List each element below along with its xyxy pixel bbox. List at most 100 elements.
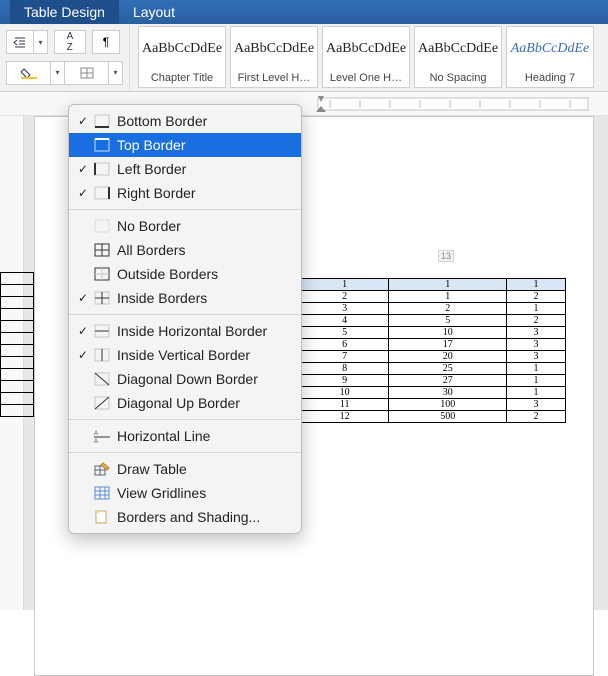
shading-button[interactable] xyxy=(6,61,51,85)
table-cell[interactable]: 3 xyxy=(301,303,389,315)
style-heading-7[interactable]: AaBbCcDdEe Heading 7 xyxy=(506,26,594,88)
table-cell[interactable]: 2 xyxy=(301,291,389,303)
style-first-level-h[interactable]: AaBbCcDdEe First Level H… xyxy=(230,26,318,88)
table-cell[interactable]: 2 xyxy=(507,411,566,423)
right-border-icon xyxy=(93,185,111,201)
table-row[interactable]: 8251 xyxy=(301,363,566,375)
table-cell[interactable]: 2 xyxy=(389,303,507,315)
table-cell[interactable]: 2 xyxy=(507,315,566,327)
table-cell[interactable]: 3 xyxy=(507,339,566,351)
table-row[interactable]: 125002 xyxy=(301,411,566,423)
table-row[interactable]: 212 xyxy=(301,291,566,303)
menu-inside-borders[interactable]: ✓ Inside Borders xyxy=(69,286,301,310)
style-no-spacing[interactable]: AaBbCcDdEe No Spacing xyxy=(414,26,502,88)
menu-label: Left Border xyxy=(117,161,186,177)
sort-button[interactable]: AZ xyxy=(54,30,86,54)
svg-text:A: A xyxy=(94,431,98,437)
menu-all-borders[interactable]: All Borders xyxy=(69,238,301,262)
menu-bottom-border[interactable]: ✓ Bottom Border xyxy=(69,109,301,133)
tab-table-design[interactable]: Table Design xyxy=(10,0,119,24)
table-cell[interactable]: 1 xyxy=(301,279,389,291)
borders-button[interactable] xyxy=(65,61,109,85)
table-cell[interactable]: 10 xyxy=(389,327,507,339)
indent-decrease-button[interactable] xyxy=(6,30,34,54)
table-row[interactable]: 9271 xyxy=(301,375,566,387)
borders-dropdown-menu: ✓ Bottom Border Top Border ✓ Left Border… xyxy=(68,104,302,534)
menu-outside-borders[interactable]: Outside Borders xyxy=(69,262,301,286)
table-cell[interactable]: 30 xyxy=(389,387,507,399)
table-cell[interactable]: 3 xyxy=(507,327,566,339)
menu-label: Bottom Border xyxy=(117,113,207,129)
indent-decrease-split[interactable]: ▾ xyxy=(34,30,48,54)
table-cell[interactable]: 1 xyxy=(507,303,566,315)
comment-marker[interactable]: 13 xyxy=(438,250,454,262)
table-cell[interactable]: 5 xyxy=(301,327,389,339)
menu-diagonal-up[interactable]: Diagonal Up Border xyxy=(69,391,301,415)
menu-no-border[interactable]: No Border xyxy=(69,214,301,238)
table-row[interactable]: 321 xyxy=(301,303,566,315)
menu-inside-vertical[interactable]: ✓ Inside Vertical Border xyxy=(69,343,301,367)
menu-separator xyxy=(69,314,301,315)
menu-left-border[interactable]: ✓ Left Border xyxy=(69,157,301,181)
tab-layout[interactable]: Layout xyxy=(119,0,189,24)
styles-gallery[interactable]: AaBbCcDdEe Chapter Title AaBbCcDdEe Firs… xyxy=(130,24,598,91)
table-row[interactable]: 5103 xyxy=(301,327,566,339)
table-cell[interactable]: 27 xyxy=(389,375,507,387)
menu-right-border[interactable]: ✓ Right Border xyxy=(69,181,301,205)
table-row[interactable]: 10301 xyxy=(301,387,566,399)
horizontal-line-icon: AA xyxy=(93,428,111,444)
table-cell[interactable]: 20 xyxy=(389,351,507,363)
inside-vertical-icon xyxy=(93,347,111,363)
table-cell[interactable]: 1 xyxy=(389,279,507,291)
table-cell[interactable]: 11 xyxy=(301,399,389,411)
table-row[interactable]: 452 xyxy=(301,315,566,327)
table-cell[interactable]: 7 xyxy=(301,351,389,363)
table-cell[interactable]: 12 xyxy=(301,411,389,423)
menu-diagonal-down[interactable]: Diagonal Down Border xyxy=(69,367,301,391)
view-gridlines-icon xyxy=(93,485,111,501)
table-row[interactable]: 111 xyxy=(301,279,566,291)
shading-split[interactable]: ▾ xyxy=(51,61,65,85)
menu-inside-horizontal[interactable]: ✓ Inside Horizontal Border xyxy=(69,319,301,343)
table-cell[interactable]: 4 xyxy=(301,315,389,327)
menu-label: Outside Borders xyxy=(117,266,218,282)
table-cell[interactable]: 17 xyxy=(389,339,507,351)
menu-draw-table[interactable]: Draw Table xyxy=(69,457,301,481)
table-row[interactable]: 6173 xyxy=(301,339,566,351)
table-cell[interactable]: 100 xyxy=(389,399,507,411)
table-cell[interactable]: 9 xyxy=(301,375,389,387)
menu-view-gridlines[interactable]: View Gridlines xyxy=(69,481,301,505)
table-cell[interactable]: 5 xyxy=(389,315,507,327)
table-row[interactable]: 111003 xyxy=(301,399,566,411)
menu-label: All Borders xyxy=(117,242,185,258)
draw-table-icon xyxy=(93,461,111,477)
table-cell[interactable]: 1 xyxy=(507,387,566,399)
table-cell[interactable]: 3 xyxy=(507,351,566,363)
style-level-one-h[interactable]: AaBbCcDdEe Level One H… xyxy=(322,26,410,88)
table-cell[interactable]: 1 xyxy=(507,363,566,375)
table-row[interactable]: 7203 xyxy=(301,351,566,363)
table-cell[interactable]: 10 xyxy=(301,387,389,399)
table-cell[interactable]: 1 xyxy=(507,279,566,291)
table-cell[interactable]: 25 xyxy=(389,363,507,375)
style-preview: AaBbCcDdEe xyxy=(326,27,406,70)
document-table[interactable]: 1112123214525103617372038251927110301111… xyxy=(300,278,566,423)
table-cell[interactable]: 2 xyxy=(507,291,566,303)
menu-horizontal-line[interactable]: AA Horizontal Line xyxy=(69,424,301,448)
menu-borders-shading[interactable]: Borders and Shading... xyxy=(69,505,301,529)
style-preview: AaBbCcDdEe xyxy=(418,27,498,70)
show-marks-button[interactable]: ¶ xyxy=(92,30,120,54)
borders-split[interactable]: ▾ xyxy=(109,61,123,85)
table-cell[interactable]: 3 xyxy=(507,399,566,411)
top-border-icon xyxy=(93,137,111,153)
menu-label: Inside Vertical Border xyxy=(117,347,250,363)
table-cell[interactable]: 6 xyxy=(301,339,389,351)
table-cell[interactable]: 8 xyxy=(301,363,389,375)
table-cell[interactable]: 1 xyxy=(507,375,566,387)
diagonal-up-icon xyxy=(93,395,111,411)
table-cell[interactable]: 500 xyxy=(389,411,507,423)
style-chapter-title[interactable]: AaBbCcDdEe Chapter Title xyxy=(138,26,226,88)
menu-top-border[interactable]: Top Border xyxy=(69,133,301,157)
table-cell[interactable]: 1 xyxy=(389,291,507,303)
style-preview: AaBbCcDdEe xyxy=(234,27,314,70)
